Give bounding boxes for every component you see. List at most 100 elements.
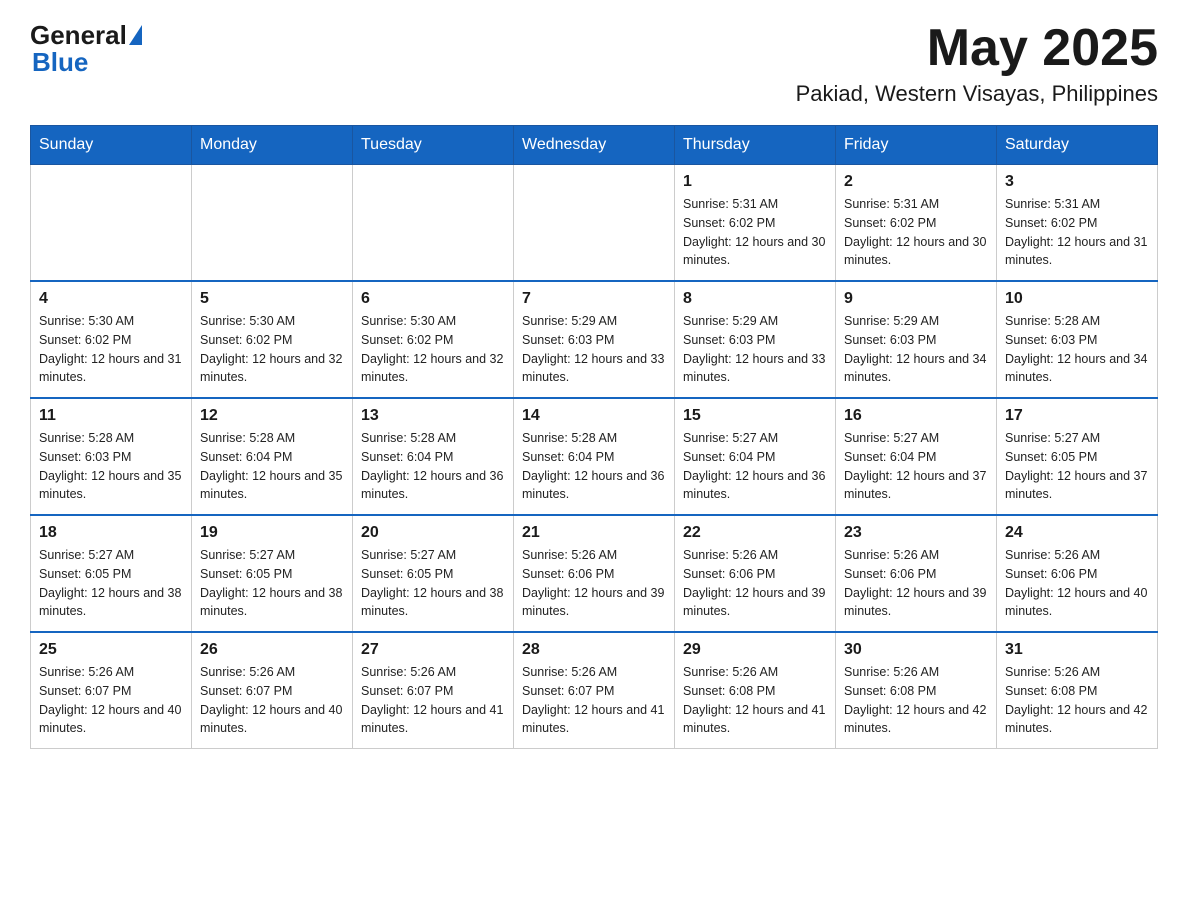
calendar-cell <box>192 165 353 282</box>
calendar-cell: 28 Sunrise: 5:26 AM Sunset: 6:07 PM Dayli… <box>514 632 675 749</box>
page-header: General Blue May 2025 Pakiad, Western Vi… <box>30 20 1158 107</box>
calendar-cell: 18 Sunrise: 5:27 AM Sunset: 6:05 PM Dayli… <box>31 515 192 632</box>
calendar-body: 1 Sunrise: 5:31 AM Sunset: 6:02 PM Daylig… <box>31 165 1158 749</box>
calendar-cell: 29 Sunrise: 5:26 AM Sunset: 6:08 PM Dayli… <box>675 632 836 749</box>
day-info: Sunrise: 5:29 AM Sunset: 6:03 PM Dayligh… <box>683 312 827 387</box>
calendar-cell: 30Sunrise: 5:26 AM Sunset: 6:08 PM Dayli… <box>836 632 997 749</box>
calendar-cell: 5 Sunrise: 5:30 AM Sunset: 6:02 PM Daylig… <box>192 281 353 398</box>
day-info: Sunrise: 5:26 AM Sunset: 6:07 PM Dayligh… <box>39 663 183 738</box>
day-number: 12 <box>200 407 344 425</box>
day-number: 19 <box>200 524 344 542</box>
day-info: Sunrise: 5:27 AM Sunset: 6:05 PM Dayligh… <box>39 546 183 621</box>
day-number: 3 <box>1005 173 1149 191</box>
day-info: Sunrise: 5:28 AM Sunset: 6:04 PM Dayligh… <box>361 429 505 504</box>
day-of-week-thursday: Thursday <box>675 126 836 165</box>
day-of-week-monday: Monday <box>192 126 353 165</box>
calendar-cell: 11Sunrise: 5:28 AM Sunset: 6:03 PM Dayli… <box>31 398 192 515</box>
day-number: 25 <box>39 641 183 659</box>
day-number: 30 <box>844 641 988 659</box>
day-number: 18 <box>39 524 183 542</box>
calendar-header: SundayMondayTuesdayWednesdayThursdayFrid… <box>31 126 1158 165</box>
calendar-cell: 22 Sunrise: 5:26 AM Sunset: 6:06 PM Dayli… <box>675 515 836 632</box>
calendar-cell <box>353 165 514 282</box>
day-number: 10 <box>1005 290 1149 308</box>
day-info: Sunrise: 5:26 AM Sunset: 6:06 PM Dayligh… <box>844 546 988 621</box>
day-number: 27 <box>361 641 505 659</box>
day-info: Sunrise: 5:26 AM Sunset: 6:07 PM Dayligh… <box>361 663 505 738</box>
calendar-cell: 1 Sunrise: 5:31 AM Sunset: 6:02 PM Daylig… <box>675 165 836 282</box>
day-info: Sunrise: 5:30 AM Sunset: 6:02 PM Dayligh… <box>39 312 183 387</box>
day-number: 29 <box>683 641 827 659</box>
day-info: Sunrise: 5:26 AM Sunset: 6:06 PM Dayligh… <box>683 546 827 621</box>
day-number: 16 <box>844 407 988 425</box>
day-info: Sunrise: 5:31 AM Sunset: 6:02 PM Dayligh… <box>1005 195 1149 270</box>
day-info: Sunrise: 5:26 AM Sunset: 6:08 PM Dayligh… <box>683 663 827 738</box>
days-of-week-row: SundayMondayTuesdayWednesdayThursdayFrid… <box>31 126 1158 165</box>
day-of-week-sunday: Sunday <box>31 126 192 165</box>
calendar-cell: 15Sunrise: 5:27 AM Sunset: 6:04 PM Dayli… <box>675 398 836 515</box>
calendar-cell: 2Sunrise: 5:31 AM Sunset: 6:02 PM Daylig… <box>836 165 997 282</box>
calendar-week-row: 25 Sunrise: 5:26 AM Sunset: 6:07 PM Dayli… <box>31 632 1158 749</box>
day-info: Sunrise: 5:26 AM Sunset: 6:07 PM Dayligh… <box>200 663 344 738</box>
day-info: Sunrise: 5:29 AM Sunset: 6:03 PM Dayligh… <box>844 312 988 387</box>
calendar-cell: 8 Sunrise: 5:29 AM Sunset: 6:03 PM Daylig… <box>675 281 836 398</box>
day-number: 5 <box>200 290 344 308</box>
calendar-cell <box>514 165 675 282</box>
day-of-week-saturday: Saturday <box>997 126 1158 165</box>
calendar-cell: 17Sunrise: 5:27 AM Sunset: 6:05 PM Dayli… <box>997 398 1158 515</box>
day-info: Sunrise: 5:28 AM Sunset: 6:03 PM Dayligh… <box>1005 312 1149 387</box>
day-number: 28 <box>522 641 666 659</box>
calendar-cell: 19 Sunrise: 5:27 AM Sunset: 6:05 PM Dayli… <box>192 515 353 632</box>
day-number: 9 <box>844 290 988 308</box>
calendar-cell: 10 Sunrise: 5:28 AM Sunset: 6:03 PM Dayli… <box>997 281 1158 398</box>
day-info: Sunrise: 5:27 AM Sunset: 6:05 PM Dayligh… <box>200 546 344 621</box>
day-number: 17 <box>1005 407 1149 425</box>
day-number: 24 <box>1005 524 1149 542</box>
day-number: 11 <box>39 407 183 425</box>
day-info: Sunrise: 5:31 AM Sunset: 6:02 PM Dayligh… <box>844 195 988 270</box>
day-info: Sunrise: 5:31 AM Sunset: 6:02 PM Dayligh… <box>683 195 827 270</box>
calendar-table: SundayMondayTuesdayWednesdayThursdayFrid… <box>30 125 1158 749</box>
day-info: Sunrise: 5:26 AM Sunset: 6:07 PM Dayligh… <box>522 663 666 738</box>
calendar-week-row: 1 Sunrise: 5:31 AM Sunset: 6:02 PM Daylig… <box>31 165 1158 282</box>
calendar-cell <box>31 165 192 282</box>
calendar-cell: 23 Sunrise: 5:26 AM Sunset: 6:06 PM Dayli… <box>836 515 997 632</box>
calendar-cell: 31Sunrise: 5:26 AM Sunset: 6:08 PM Dayli… <box>997 632 1158 749</box>
calendar-cell: 4 Sunrise: 5:30 AM Sunset: 6:02 PM Daylig… <box>31 281 192 398</box>
day-info: Sunrise: 5:27 AM Sunset: 6:04 PM Dayligh… <box>844 429 988 504</box>
day-number: 4 <box>39 290 183 308</box>
calendar-cell: 12 Sunrise: 5:28 AM Sunset: 6:04 PM Dayli… <box>192 398 353 515</box>
day-number: 21 <box>522 524 666 542</box>
day-number: 7 <box>522 290 666 308</box>
day-number: 31 <box>1005 641 1149 659</box>
calendar-week-row: 11Sunrise: 5:28 AM Sunset: 6:03 PM Dayli… <box>31 398 1158 515</box>
day-number: 22 <box>683 524 827 542</box>
day-info: Sunrise: 5:26 AM Sunset: 6:06 PM Dayligh… <box>522 546 666 621</box>
day-number: 23 <box>844 524 988 542</box>
calendar-cell: 24 Sunrise: 5:26 AM Sunset: 6:06 PM Dayli… <box>997 515 1158 632</box>
day-info: Sunrise: 5:30 AM Sunset: 6:02 PM Dayligh… <box>200 312 344 387</box>
day-info: Sunrise: 5:27 AM Sunset: 6:05 PM Dayligh… <box>361 546 505 621</box>
day-info: Sunrise: 5:26 AM Sunset: 6:06 PM Dayligh… <box>1005 546 1149 621</box>
calendar-cell: 14 Sunrise: 5:28 AM Sunset: 6:04 PM Dayli… <box>514 398 675 515</box>
month-year-title: May 2025 <box>796 20 1158 77</box>
calendar-cell: 25 Sunrise: 5:26 AM Sunset: 6:07 PM Dayli… <box>31 632 192 749</box>
day-number: 14 <box>522 407 666 425</box>
calendar-cell: 26Sunrise: 5:26 AM Sunset: 6:07 PM Dayli… <box>192 632 353 749</box>
day-number: 20 <box>361 524 505 542</box>
header-right: May 2025 Pakiad, Western Visayas, Philip… <box>796 20 1158 107</box>
location-subtitle: Pakiad, Western Visayas, Philippines <box>796 81 1158 107</box>
calendar-cell: 20 Sunrise: 5:27 AM Sunset: 6:05 PM Dayli… <box>353 515 514 632</box>
day-of-week-tuesday: Tuesday <box>353 126 514 165</box>
calendar-cell: 3 Sunrise: 5:31 AM Sunset: 6:02 PM Daylig… <box>997 165 1158 282</box>
day-number: 15 <box>683 407 827 425</box>
day-info: Sunrise: 5:28 AM Sunset: 6:04 PM Dayligh… <box>200 429 344 504</box>
day-info: Sunrise: 5:30 AM Sunset: 6:02 PM Dayligh… <box>361 312 505 387</box>
calendar-cell: 13Sunrise: 5:28 AM Sunset: 6:04 PM Dayli… <box>353 398 514 515</box>
calendar-cell: 27 Sunrise: 5:26 AM Sunset: 6:07 PM Dayli… <box>353 632 514 749</box>
day-info: Sunrise: 5:28 AM Sunset: 6:04 PM Dayligh… <box>522 429 666 504</box>
logo-blue: Blue <box>32 47 88 78</box>
day-number: 8 <box>683 290 827 308</box>
calendar-cell: 21 Sunrise: 5:26 AM Sunset: 6:06 PM Dayli… <box>514 515 675 632</box>
day-number: 1 <box>683 173 827 191</box>
